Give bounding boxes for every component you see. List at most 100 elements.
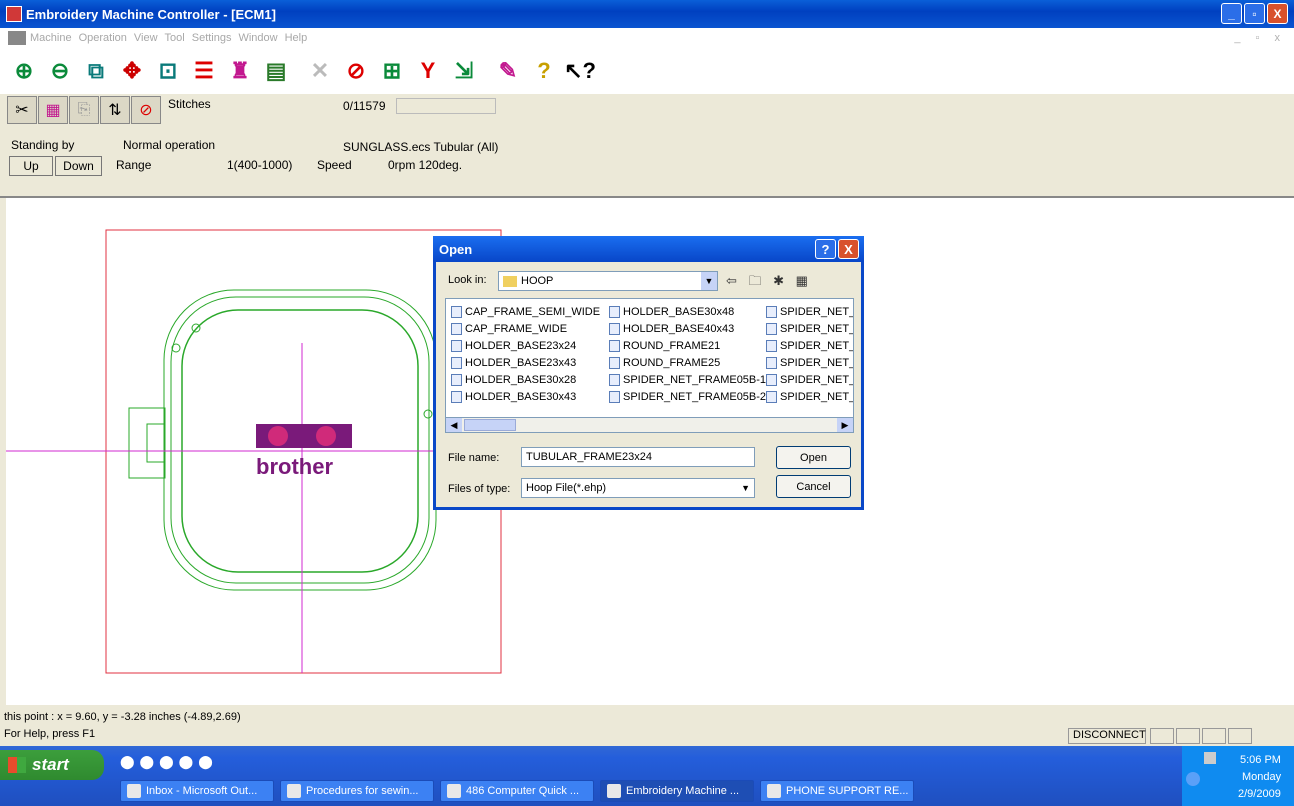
look-in-select[interactable]: HOOP ▼ [498, 271, 718, 291]
list-item[interactable]: SPIDER_NET_F [766, 320, 853, 337]
speed-label: Speed [317, 158, 352, 172]
task-procedures[interactable]: Procedures for sewin... [280, 780, 434, 802]
stitch-progress-bar [396, 98, 496, 114]
zoom-area-icon[interactable]: ⧉ [79, 53, 113, 89]
list-item[interactable]: SPIDER_NET_F [766, 354, 853, 371]
dropdown-arrow-icon[interactable]: ▼ [701, 272, 717, 290]
list-item[interactable]: HOLDER_BASE30x43 [451, 388, 600, 405]
embroidery-app-icon [607, 784, 621, 798]
task-embroidery[interactable]: Embroidery Machine ... [600, 780, 754, 802]
list-item[interactable]: SPIDER_NET_FRAME05B-1 [609, 371, 766, 388]
dialog-help-button[interactable]: ? [815, 239, 836, 259]
quick-launch-icons[interactable]: ⬤⬤⬤⬤⬤ [120, 754, 218, 770]
minimize-button[interactable]: _ [1221, 3, 1242, 24]
mdi-controls[interactable]: _ ▫ x [1234, 32, 1286, 44]
task-phone-support[interactable]: PHONE SUPPORT RE... [760, 780, 914, 802]
cancel-button[interactable]: Cancel [776, 475, 851, 498]
menu-window[interactable]: Window [238, 32, 277, 44]
word-doc-icon [447, 784, 461, 798]
file-list[interactable]: CAP_FRAME_SEMI_WIDE CAP_FRAME_WIDE HOLDE… [445, 298, 854, 433]
scroll-left-icon[interactable]: ◀ [446, 418, 462, 432]
task-486-computer[interactable]: 486 Computer Quick ... [440, 780, 594, 802]
list-item[interactable]: HOLDER_BASE30x28 [451, 371, 600, 388]
color-bar-icon[interactable]: ▤ [259, 53, 293, 89]
menu-help[interactable]: Help [285, 32, 308, 44]
app-icon[interactable] [6, 6, 22, 22]
down-button[interactable]: Down [55, 156, 102, 176]
main-toolbar: ⊕ ⊖ ⧉ ✥ ⊡ ☰ ♜ ▤ ✕ ⊘ ⊞ Y ⇲ ✎ ? ↖? [0, 47, 1294, 94]
dialog-title-bar: Open ? X [433, 236, 864, 262]
task-outlook[interactable]: Inbox - Microsoft Out... [120, 780, 274, 802]
thread-spool-icon[interactable]: ♜ [223, 53, 257, 89]
menu-tool[interactable]: Tool [165, 32, 185, 44]
file-icon [766, 373, 777, 386]
stop-icon[interactable]: ⊘ [131, 96, 161, 124]
start-button[interactable]: start [0, 750, 104, 780]
window-title: Embroidery Machine Controller - [ECM1] [26, 6, 276, 22]
list-item[interactable]: SPIDER_NET_F [766, 371, 853, 388]
file-name-input[interactable]: TUBULAR_FRAME23x24 [521, 447, 755, 467]
list-item[interactable]: HOLDER_BASE23x24 [451, 337, 600, 354]
tray-expand-icon[interactable] [1186, 772, 1200, 786]
file-icon [766, 390, 777, 403]
sheet-edit-icon[interactable]: ✎ [491, 53, 525, 89]
design-logo-text: brother [256, 454, 333, 479]
clock-time[interactable]: 5:06 PM [1240, 754, 1281, 766]
up-button[interactable]: Up [9, 156, 53, 176]
menu-view[interactable]: View [134, 32, 158, 44]
file-type-select[interactable]: Hoop File(*.ehp) ▼ [521, 478, 755, 498]
cancel-x-icon[interactable]: ✕ [303, 53, 337, 89]
list-item[interactable]: HOLDER_BASE23x43 [451, 354, 600, 371]
file-icon [451, 373, 462, 386]
zoom-out-icon[interactable]: ⊖ [43, 53, 77, 89]
help-hint: For Help, press F1 [4, 728, 96, 740]
list-item[interactable]: ROUND_FRAME21 [609, 337, 766, 354]
list-item[interactable]: CAP_FRAME_WIDE [451, 320, 600, 337]
dialog-close-button[interactable]: X [838, 239, 859, 259]
file-name-label: File name: [448, 452, 500, 464]
cursor-arrow-icon[interactable]: ⇲ [447, 53, 481, 89]
file-type-label: Files of type: [448, 483, 511, 495]
chevron-down-icon[interactable]: ▼ [741, 483, 750, 493]
file-type-value: Hoop File(*.ehp) [526, 482, 607, 494]
menu-machine[interactable]: Machine [30, 32, 72, 44]
list-item[interactable]: HOLDER_BASE40x43 [609, 320, 766, 337]
restore-button[interactable]: ▫ [1244, 3, 1265, 24]
dialog-nav-icons[interactable]: ⇦ 🗀 ✱ ▦ [726, 272, 812, 294]
close-button[interactable]: X [1267, 3, 1288, 24]
menu-operation[interactable]: Operation [79, 32, 127, 44]
file-list-scrollbar[interactable]: ◀ ▶ [445, 417, 854, 433]
list-item[interactable]: SPIDER_NET_F [766, 337, 853, 354]
list-item[interactable]: ROUND_FRAME25 [609, 354, 766, 371]
stop-circle-icon[interactable]: ⊘ [339, 53, 373, 89]
file-icon [451, 339, 462, 352]
align-lines-icon[interactable]: ☰ [187, 53, 221, 89]
zoom-in-icon[interactable]: ⊕ [7, 53, 41, 89]
speed-value: 0rpm 120deg. [388, 158, 463, 172]
fit-all-icon[interactable]: ✥ [115, 53, 149, 89]
list-item[interactable]: CAP_FRAME_SEMI_WIDE [451, 303, 600, 320]
network-icon[interactable] [1204, 752, 1216, 764]
mdi-doc-icon[interactable] [8, 30, 26, 45]
copy-icon[interactable]: ⎘ [69, 96, 99, 124]
file-icon [451, 356, 462, 369]
color-change-icon[interactable]: ▦ [38, 96, 68, 124]
list-item[interactable]: SPIDER_NET_F [766, 388, 853, 405]
list-item[interactable]: SPIDER_NET_FRAME05B-2 [609, 388, 766, 405]
menu-settings[interactable]: Settings [192, 32, 232, 44]
frame-grid-icon[interactable]: ⊞ [375, 53, 409, 89]
scroll-right-icon[interactable]: ▶ [837, 418, 853, 432]
open-button[interactable]: Open [776, 446, 851, 469]
thread-trim-icon[interactable]: ⇅ [100, 96, 130, 124]
mini-toolbar: ✂ ▦ ⎘ ⇅ ⊘ [7, 96, 162, 124]
list-item[interactable]: SPIDER_NET_F [766, 303, 853, 320]
help-question-icon[interactable]: ? [527, 53, 561, 89]
status-panel [1150, 728, 1174, 744]
list-item[interactable]: HOLDER_BASE30x48 [609, 303, 766, 320]
select-y-icon[interactable]: Y [411, 53, 445, 89]
file-icon [766, 339, 777, 352]
context-help-icon[interactable]: ↖? [563, 53, 597, 89]
scroll-thumb[interactable] [464, 419, 516, 431]
fit-hoop-icon[interactable]: ⊡ [151, 53, 185, 89]
needle-icon[interactable]: ✂ [7, 96, 37, 124]
